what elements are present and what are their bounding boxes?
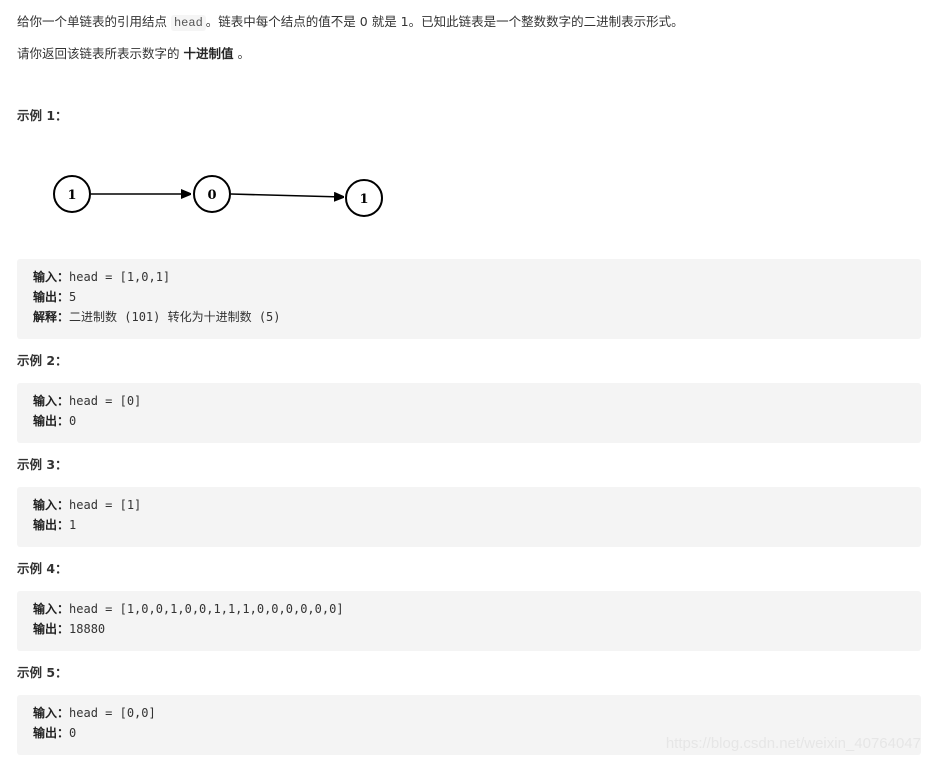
output-label: 输出：: [33, 622, 70, 636]
explanation-value: 二进制数 (101) 转化为十进制数 (5): [69, 310, 281, 324]
task-text: 请你返回该链表所表示数字的: [17, 46, 184, 61]
list-node: 0: [193, 175, 231, 213]
example-4-block: 输入：head = [1,0,0,1,0,0,1,1,1,0,0,0,0,0,0…: [17, 591, 921, 651]
inline-code-head: head: [170, 15, 206, 31]
input-value: head = [1,0,1]: [69, 270, 171, 284]
input-label: 输入：: [33, 270, 70, 284]
example-3-block: 输入：head = [1] 输出：1: [17, 487, 921, 547]
example-2-title: 示例 2：: [17, 353, 68, 368]
list-node: 1: [53, 175, 91, 213]
input-label: 输入：: [33, 394, 70, 408]
task-emphasis: 十进制值: [183, 46, 234, 61]
node-value: 1: [67, 188, 76, 203]
example-3-title: 示例 3：: [17, 457, 68, 472]
output-value: 0: [69, 726, 77, 740]
node-arrow: [230, 194, 343, 197]
example-5-title: 示例 5：: [17, 665, 68, 680]
output-label: 输出：: [33, 518, 70, 532]
list-node: 1: [345, 179, 383, 217]
output-value: 1: [69, 518, 77, 532]
linked-list-diagram: 1 0 1: [53, 175, 383, 217]
output-value: 5: [69, 290, 77, 304]
example-4-title: 示例 4：: [17, 561, 68, 576]
input-value: head = [1,0,0,1,0,0,1,1,1,0,0,0,0,0,0]: [69, 602, 344, 616]
node-value: 1: [359, 192, 368, 207]
watermark: https://blog.csdn.net/weixin_40764047: [665, 735, 921, 752]
task-text: 。: [233, 46, 250, 61]
example-2-block: 输入：head = [0] 输出：0: [17, 383, 921, 443]
input-label: 输入：: [33, 498, 70, 512]
output-value: 18880: [69, 622, 106, 636]
output-label: 输出：: [33, 726, 70, 740]
description-text: 给你一个单链表的引用结点: [17, 14, 171, 29]
input-value: head = [0]: [69, 394, 142, 408]
explanation-label: 解释：: [33, 310, 70, 324]
example-1-block: 输入：head = [1,0,1] 输出：5 解释：二进制数 (101) 转化为…: [17, 259, 921, 339]
input-label: 输入：: [33, 602, 70, 616]
problem-description: 给你一个单链表的引用结点 head 。链表中每个结点的值不是 0 就是 1。已知此…: [17, 13, 684, 32]
input-value: head = [0,0]: [69, 706, 156, 720]
output-label: 输出：: [33, 290, 70, 304]
description-text: 。链表中每个结点的值不是 0 就是 1。已知此链表是一个整数数字的二进制表示形式…: [205, 14, 684, 29]
output-value: 0: [69, 414, 77, 428]
output-label: 输出：: [33, 414, 70, 428]
node-value: 0: [207, 188, 216, 203]
input-value: head = [1]: [69, 498, 142, 512]
example-1-title: 示例 1：: [17, 108, 68, 123]
problem-task: 请你返回该链表所表示数字的 十进制值 。: [17, 45, 250, 63]
input-label: 输入：: [33, 706, 70, 720]
